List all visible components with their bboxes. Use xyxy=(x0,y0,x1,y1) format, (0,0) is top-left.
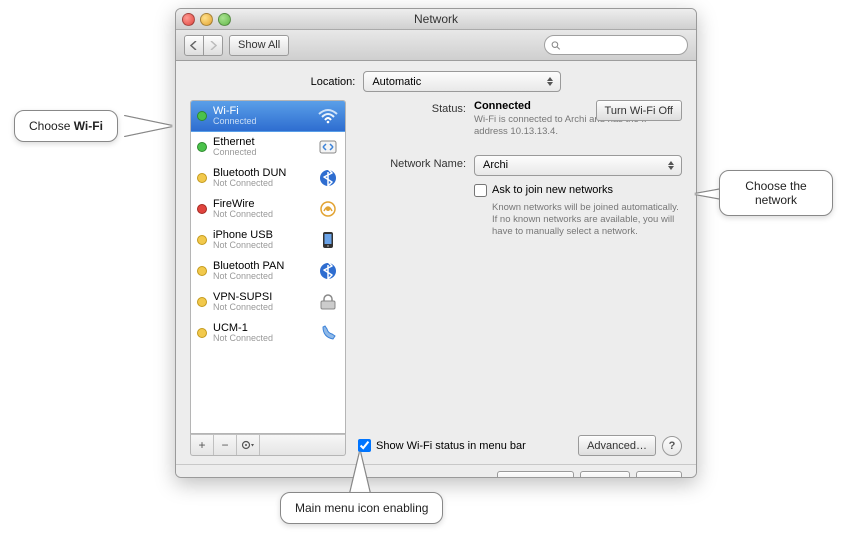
nav-back-forward xyxy=(184,35,223,56)
ethernet-icon xyxy=(317,138,339,156)
traffic-lights xyxy=(182,13,231,26)
callout-choose-wifi: Choose Wi-Fi xyxy=(14,110,118,142)
add-service-button[interactable]: + xyxy=(191,435,214,455)
footer: Assist me… Revert Apply xyxy=(176,464,696,478)
service-item-bluetooth-pan[interactable]: Bluetooth PANNot Connected xyxy=(191,256,345,287)
service-status: Not Connected xyxy=(213,272,311,282)
callout-menu-icon: Main menu icon enabling xyxy=(280,492,443,524)
firewire-icon xyxy=(317,200,339,218)
service-status: Connected xyxy=(213,117,311,127)
network-preferences-window: Network Show All Location: Automatic Wi-… xyxy=(175,8,697,478)
bluetooth-icon xyxy=(317,169,339,187)
ask-join-label: Ask to join new networks xyxy=(492,184,613,196)
close-button[interactable] xyxy=(182,13,195,26)
show-status-checkbox[interactable]: Show Wi-Fi status in menu bar xyxy=(358,439,526,452)
sidebar: Wi-FiConnectedEthernetConnectedBluetooth… xyxy=(190,100,346,456)
popup-arrows-icon xyxy=(665,158,677,173)
service-status: Connected xyxy=(213,148,311,158)
iphone-icon xyxy=(317,231,339,249)
ask-join-subtext: Known networks will be joined automatica… xyxy=(492,202,682,239)
status-dot-icon xyxy=(197,111,207,121)
service-status: Not Connected xyxy=(213,241,311,251)
turn-wifi-off-button[interactable]: Turn Wi-Fi Off xyxy=(596,100,682,121)
status-dot-icon xyxy=(197,142,207,152)
zoom-button[interactable] xyxy=(218,13,231,26)
detail-bottom-row: Show Wi-Fi status in menu bar Advanced… … xyxy=(358,435,682,456)
service-actions-button[interactable] xyxy=(237,435,260,455)
show-status-label: Show Wi-Fi status in menu bar xyxy=(376,440,526,452)
status-dot-icon xyxy=(197,204,207,214)
minimize-button[interactable] xyxy=(200,13,213,26)
network-name-value: Archi xyxy=(483,159,508,171)
search-input[interactable] xyxy=(564,38,681,52)
search-icon xyxy=(551,40,561,51)
status-dot-icon xyxy=(197,235,207,245)
status-label: Status: xyxy=(358,100,474,119)
toolbar: Show All xyxy=(176,30,696,61)
location-row: Location: Automatic xyxy=(176,61,696,100)
service-item-ucm-1[interactable]: UCM-1Not Connected xyxy=(191,318,345,349)
service-item-ethernet[interactable]: EthernetConnected xyxy=(191,132,345,163)
service-item-firewire[interactable]: FireWireNot Connected xyxy=(191,194,345,225)
service-status: Not Connected xyxy=(213,303,311,313)
network-name-row: Network Name: Archi xyxy=(358,155,682,176)
ask-join-row: Ask to join new networks Known networks … xyxy=(358,184,682,239)
callout-choose-network: Choose the network xyxy=(719,170,833,216)
bluetooth-icon xyxy=(317,262,339,280)
titlebar: Network xyxy=(176,9,696,30)
service-status: Not Connected xyxy=(213,210,311,220)
service-status: Not Connected xyxy=(213,179,311,189)
chevron-right-icon xyxy=(209,41,217,50)
phone-icon xyxy=(317,324,339,342)
ask-join-input[interactable] xyxy=(474,184,487,197)
status-dot-icon xyxy=(197,173,207,183)
detail-pane: Turn Wi-Fi Off Status: Connected Wi-Fi i… xyxy=(358,100,682,456)
window-title: Network xyxy=(176,12,696,26)
service-list[interactable]: Wi-FiConnectedEthernetConnectedBluetooth… xyxy=(190,100,346,434)
vpn-icon xyxy=(317,293,339,311)
network-name-popup[interactable]: Archi xyxy=(474,155,682,176)
service-status: Not Connected xyxy=(213,334,311,344)
forward-button[interactable] xyxy=(204,35,223,56)
location-popup[interactable]: Automatic xyxy=(363,71,561,92)
service-item-wi-fi[interactable]: Wi-FiConnected xyxy=(191,101,345,132)
back-button[interactable] xyxy=(184,35,204,56)
status-dot-icon xyxy=(197,297,207,307)
gear-icon xyxy=(241,440,255,450)
list-footer: + − xyxy=(190,434,346,456)
chevron-left-icon xyxy=(190,41,198,50)
remove-service-button[interactable]: − xyxy=(214,435,237,455)
ask-join-checkbox[interactable]: Ask to join new networks xyxy=(474,184,613,197)
assist-me-button[interactable]: Assist me… xyxy=(497,471,574,478)
popup-arrows-icon xyxy=(544,74,556,89)
wifi-icon xyxy=(317,107,339,125)
location-value: Automatic xyxy=(372,76,421,88)
show-all-button[interactable]: Show All xyxy=(229,35,289,56)
status-dot-icon xyxy=(197,328,207,338)
advanced-button[interactable]: Advanced… xyxy=(578,435,656,456)
show-status-input[interactable] xyxy=(358,439,371,452)
network-name-label: Network Name: xyxy=(358,155,474,174)
apply-button[interactable]: Apply xyxy=(636,471,682,478)
callout-3-pointer xyxy=(350,452,370,494)
location-label: Location: xyxy=(311,76,356,88)
help-button[interactable]: ? xyxy=(662,436,682,456)
callout-1-pointer xyxy=(124,116,172,136)
revert-button[interactable]: Revert xyxy=(580,471,630,478)
status-dot-icon xyxy=(197,266,207,276)
service-item-bluetooth-dun[interactable]: Bluetooth DUNNot Connected xyxy=(191,163,345,194)
service-item-iphone-usb[interactable]: iPhone USBNot Connected xyxy=(191,225,345,256)
service-item-vpn-supsi[interactable]: VPN-SUPSINot Connected xyxy=(191,287,345,318)
main-content: Wi-FiConnectedEthernetConnectedBluetooth… xyxy=(176,100,696,464)
search-field[interactable] xyxy=(544,35,688,55)
